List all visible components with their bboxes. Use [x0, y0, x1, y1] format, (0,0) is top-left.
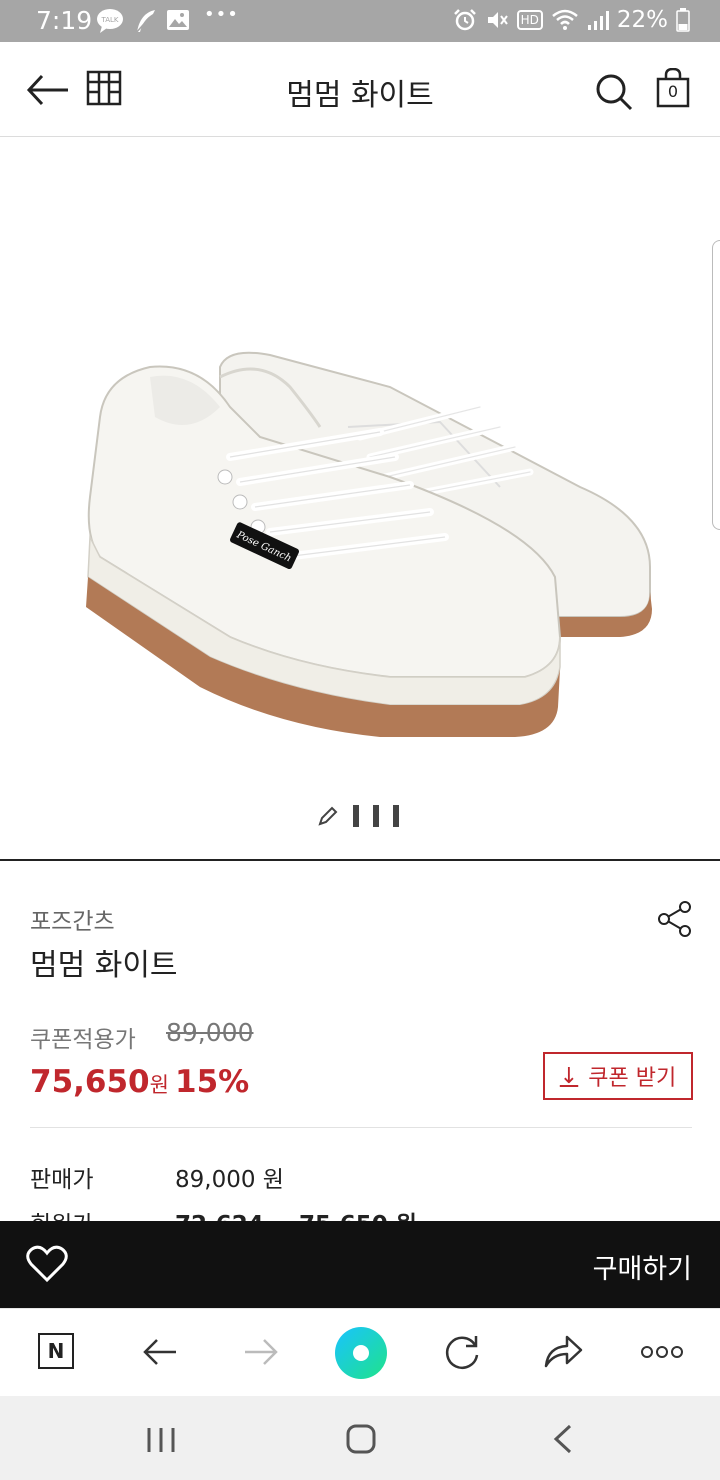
more-options-icon[interactable] — [640, 1345, 684, 1359]
wifi-icon — [552, 9, 578, 30]
original-price: 89,000 — [166, 1018, 254, 1047]
battery-percent: 22% — [616, 7, 668, 33]
more-notifications-dots: ••• — [204, 4, 239, 25]
cart-count: 0 — [667, 82, 679, 101]
status-time: 7:19 — [36, 6, 93, 35]
get-coupon-button[interactable]: ↓ 쿠폰 받기 — [543, 1052, 693, 1100]
hd-badge: HD — [516, 10, 543, 30]
status-bar: 7:19 TALK ••• HD 22% — [0, 0, 720, 42]
talk-badge: TALK — [100, 16, 118, 24]
get-coupon-label: 쿠폰 받기 — [588, 1066, 677, 1091]
talk-icon: TALK — [97, 9, 123, 33]
back-icon[interactable] — [552, 1424, 574, 1454]
home-icon[interactable] — [346, 1424, 376, 1454]
share-icon[interactable] — [656, 900, 694, 938]
app-header: 멈멈 화이트 0 — [0, 42, 720, 137]
recent-apps-icon[interactable] — [146, 1426, 176, 1454]
gallery-icon — [167, 10, 189, 30]
divider — [30, 1127, 692, 1128]
cart-button[interactable]: 0 — [656, 67, 690, 108]
sneaker-image: Pose Ganch — [86, 351, 652, 737]
browser-forward-icon[interactable] — [243, 1337, 279, 1367]
pagination-bar[interactable] — [353, 805, 359, 827]
side-scroll-handle[interactable] — [712, 240, 720, 530]
system-nav-bar — [0, 1396, 720, 1480]
search-icon[interactable] — [594, 72, 634, 112]
coupon-price-label: 쿠폰적용가 — [30, 1027, 136, 1053]
alarm-icon — [453, 9, 476, 31]
currency-unit: 원 — [149, 1073, 169, 1097]
feather-icon — [135, 10, 155, 34]
download-arrow-icon: ↓ — [559, 1063, 579, 1089]
product-name: 멈멈 화이트 — [30, 948, 178, 983]
heart-icon[interactable] — [26, 1245, 68, 1283]
battery-icon — [676, 8, 690, 32]
share-arrow-icon[interactable] — [543, 1333, 583, 1369]
mute-icon — [487, 12, 508, 28]
product-image-area[interactable]: Pose Ganch — [0, 137, 720, 861]
pencil-icon — [318, 806, 338, 826]
browser-back-icon[interactable] — [142, 1337, 178, 1367]
browser-toolbar: N — [0, 1308, 720, 1397]
price-row-value: 89,000 원 — [175, 1167, 284, 1193]
sale-price: 75,650원 — [30, 1064, 169, 1100]
buy-bar: 구매하기 — [0, 1221, 720, 1308]
status-right: HD 22% — [453, 7, 690, 33]
signal-icon — [587, 11, 609, 30]
naver-n-label: N — [47, 1339, 65, 1363]
pagination-bar[interactable] — [393, 805, 399, 827]
image-pagination[interactable] — [317, 805, 399, 827]
refresh-icon[interactable] — [443, 1333, 481, 1371]
discount-percent: 15% — [175, 1064, 250, 1100]
naver-home-button[interactable]: N — [38, 1333, 74, 1369]
brand-name[interactable]: 포즈간츠 — [30, 902, 115, 936]
sale-price-value: 75,650 — [30, 1064, 150, 1100]
price-row-label: 판매가 — [30, 1167, 94, 1193]
green-dot-icon[interactable] — [334, 1326, 388, 1380]
buy-button[interactable]: 구매하기 — [593, 1247, 692, 1286]
pagination-bar[interactable] — [373, 805, 379, 827]
